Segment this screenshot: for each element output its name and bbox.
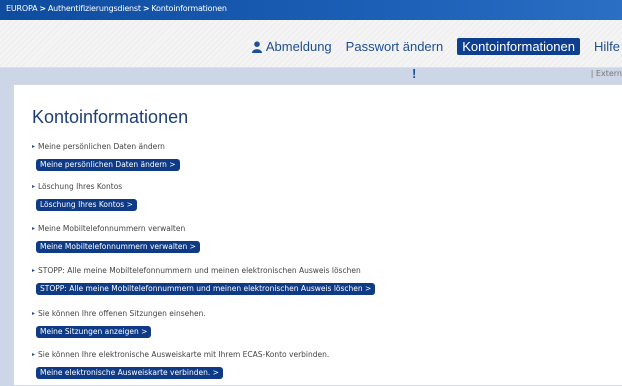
- section-description-text: Löschung Ihres Kontos: [38, 182, 123, 191]
- section-description: ▸ Löschung Ihres Kontos: [32, 182, 137, 192]
- breadcrumb-item-auth-service[interactable]: Authentifizierungsdienst: [48, 4, 141, 13]
- section-description: ▸ STOPP: Alle meine Mobiltelefonnummern u…: [32, 266, 375, 276]
- section-sessions: ▸ Sie können Ihre offenen Sitzungen einse…: [32, 309, 206, 338]
- stop-delete-all-button[interactable]: STOPP: Alle meine Mobiltelefonnummern un…: [36, 283, 376, 295]
- alert-icon: !: [412, 66, 417, 81]
- bullet-arrow-icon: ▸: [32, 351, 36, 358]
- section-description-text: Meine Mobiltelefonnummern verwalten: [38, 224, 186, 233]
- manage-mobile-numbers-button[interactable]: Meine Mobiltelefonnummern verwalten >: [36, 241, 200, 253]
- bullet-arrow-icon: ▸: [32, 310, 36, 317]
- section-personal-data: ▸ Meine persönlichen Daten ändern Meine p…: [32, 142, 180, 171]
- logout-link[interactable]: Abmeldung: [251, 39, 332, 54]
- section-description: ▸ Meine Mobiltelefonnummern verwalten: [32, 224, 200, 234]
- breadcrumb-item-europa[interactable]: EUROPA: [6, 4, 38, 13]
- account-info-tab[interactable]: Kontoinformationen: [457, 38, 580, 55]
- section-id-card: ▸ Sie können Ihre elektronische Ausweiska…: [32, 350, 329, 379]
- top-menu: Abmeldung Passwort ändern Kontoinformati…: [238, 38, 620, 55]
- delete-account-button[interactable]: Löschung Ihres Kontos >: [36, 199, 137, 211]
- top-bar: EUROPA > Authentifizierungsdienst > Kontoinf…: [0, 0, 622, 20]
- section-mobile-numbers: ▸ Meine Mobiltelefonnummern verwalten Mei…: [32, 224, 200, 253]
- breadcrumb-separator: >: [142, 4, 150, 13]
- show-sessions-button[interactable]: Meine Sitzungen anzeigen >: [36, 326, 152, 338]
- section-delete-account: ▸ Löschung Ihres Kontos Löschung Ihres Ko…: [32, 182, 137, 211]
- help-link[interactable]: Hilfe: [594, 39, 620, 54]
- user-icon: [251, 40, 262, 53]
- section-stop-delete-all: ▸ STOPP: Alle meine Mobiltelefonnummern u…: [32, 266, 376, 295]
- section-description-text: Meine persönlichen Daten ändern: [38, 142, 165, 151]
- bullet-arrow-icon: ▸: [32, 267, 36, 274]
- breadcrumb: EUROPA > Authentifizierungsdienst > Kontoinf…: [6, 4, 227, 13]
- section-description-text: STOPP: Alle meine Mobiltelefonnummern un…: [38, 266, 361, 275]
- logout-label: Abmeldung: [265, 39, 332, 54]
- navigation-bar: Abmeldung Passwort ändern Kontoinformati…: [0, 20, 622, 81]
- breadcrumb-separator: >: [39, 4, 46, 13]
- content-panel: Kontoinformationen ▸ Meine persönlichen D…: [13, 84, 622, 386]
- section-description: ▸ Meine persönlichen Daten ändern: [32, 142, 180, 152]
- section-description: ▸ Sie können Ihre offenen Sitzungen einse…: [32, 309, 206, 319]
- page-title: Kontoinformationen: [32, 107, 189, 127]
- breadcrumb-item-current: Kontoinformationen: [151, 4, 227, 13]
- bullet-arrow-icon: ▸: [32, 143, 36, 150]
- change-personal-data-button[interactable]: Meine persönlichen Daten ändern >: [36, 159, 180, 171]
- bullet-arrow-icon: ▸: [32, 183, 36, 190]
- section-description-text: Sie können Ihre elektronische Ausweiskar…: [38, 350, 330, 359]
- connect-id-card-button[interactable]: Meine elektronische Ausweiskarte verbind…: [36, 367, 223, 379]
- section-description: ▸ Sie können Ihre elektronische Ausweiska…: [32, 350, 329, 360]
- extern-link[interactable]: | Extern: [591, 69, 622, 78]
- change-password-link[interactable]: Passwort ändern: [346, 39, 444, 54]
- section-description-text: Sie können Ihre offenen Sitzungen einseh…: [38, 309, 206, 318]
- bullet-arrow-icon: ▸: [32, 225, 36, 232]
